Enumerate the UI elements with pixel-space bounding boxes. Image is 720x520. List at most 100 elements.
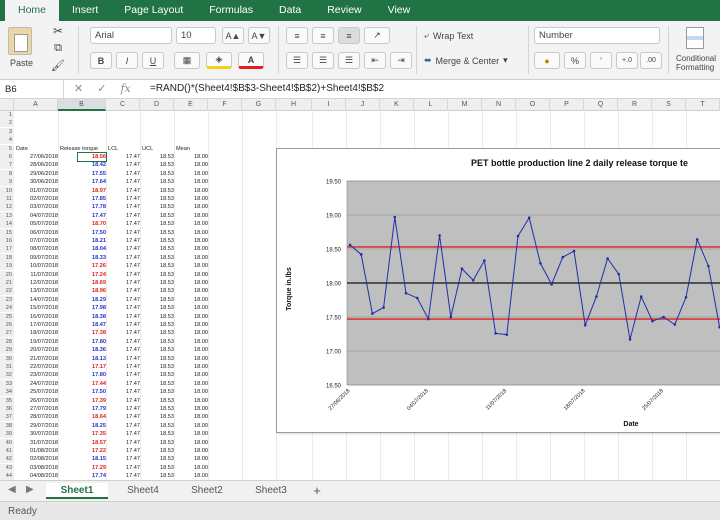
mean-cell[interactable]: 18.00 xyxy=(190,170,208,178)
tab-home[interactable]: Home xyxy=(5,0,60,21)
mean-cell[interactable]: 18.00 xyxy=(190,422,208,430)
next-sheet-icon[interactable]: ▶ xyxy=(26,484,34,495)
ucl-cell[interactable]: 18.53 xyxy=(156,237,174,245)
ucl-cell[interactable]: 18.53 xyxy=(156,195,174,203)
tab-review[interactable]: Review xyxy=(314,0,374,21)
date-cell[interactable]: 01/07/2018 xyxy=(30,187,58,195)
row-header[interactable]: 22 xyxy=(0,287,14,296)
ucl-cell[interactable]: 18.53 xyxy=(156,329,174,337)
torque-cell[interactable]: 18.36 xyxy=(78,346,106,354)
decrease-decimal-icon[interactable]: .00 xyxy=(640,52,662,69)
torque-cell[interactable]: 17.50 xyxy=(78,388,106,396)
torque-cell[interactable]: 18.42 xyxy=(78,161,106,169)
lcl-cell[interactable]: 17.47 xyxy=(122,363,140,371)
row-header[interactable]: 6 xyxy=(0,153,14,161)
date-cell[interactable]: 04/08/2018 xyxy=(30,472,58,480)
lcl-cell[interactable]: 17.47 xyxy=(122,472,140,480)
mean-cell[interactable]: 18.00 xyxy=(190,254,208,262)
ucl-cell[interactable]: 18.53 xyxy=(156,388,174,396)
number-format-select[interactable]: Number xyxy=(534,27,660,44)
ucl-cell[interactable]: 18.53 xyxy=(156,170,174,178)
mean-cell[interactable]: 18.00 xyxy=(190,371,208,379)
date-cell[interactable]: 13/07/2018 xyxy=(30,287,58,295)
column-header-d[interactable]: D xyxy=(140,99,174,111)
row-header[interactable]: 38 xyxy=(0,421,14,430)
lcl-cell[interactable]: 17.47 xyxy=(122,254,140,262)
ucl-cell[interactable]: 18.53 xyxy=(156,455,174,463)
lcl-cell[interactable]: 17.47 xyxy=(122,321,140,329)
lcl-cell[interactable]: 17.47 xyxy=(122,304,140,312)
ucl-cell[interactable]: 18.53 xyxy=(156,405,174,413)
column-header-c[interactable]: C xyxy=(106,99,140,111)
mean-cell[interactable]: 18.00 xyxy=(190,229,208,237)
lcl-cell[interactable]: 17.47 xyxy=(122,203,140,211)
font-color-icon[interactable]: A xyxy=(238,52,264,69)
ucl-cell[interactable]: 18.53 xyxy=(156,187,174,195)
torque-cell[interactable]: 17.47 xyxy=(78,212,106,220)
date-cell[interactable]: 28/06/2018 xyxy=(30,161,58,169)
mean-cell[interactable]: 18.00 xyxy=(190,321,208,329)
row-header[interactable]: 12 xyxy=(0,203,14,212)
sheet-tab-sheet2[interactable]: Sheet2 xyxy=(176,483,238,499)
row-header[interactable]: 7 xyxy=(0,161,14,170)
row-header[interactable]: 42 xyxy=(0,455,14,464)
lcl-cell[interactable]: 17.47 xyxy=(122,430,140,438)
mean-cell[interactable]: 18.00 xyxy=(190,397,208,405)
date-cell[interactable]: 15/07/2018 xyxy=(30,304,58,312)
torque-cell[interactable]: 17.55 xyxy=(78,170,106,178)
row-header[interactable]: 21 xyxy=(0,279,14,287)
column-header-r[interactable]: R xyxy=(618,99,652,111)
date-cell[interactable]: 04/07/2018 xyxy=(30,212,58,220)
ucl-cell[interactable]: 18.53 xyxy=(156,472,174,480)
row-header[interactable]: 3 xyxy=(0,127,14,136)
mean-cell[interactable]: 18.00 xyxy=(190,262,208,270)
column-header-f[interactable]: F xyxy=(208,99,242,111)
wrap-text-button[interactable]: ⤶ Wrap Text xyxy=(424,27,504,44)
mean-cell[interactable]: 18.00 xyxy=(190,296,208,304)
date-cell[interactable]: 14/07/2018 xyxy=(30,296,58,304)
column-header-l[interactable]: L xyxy=(414,99,448,111)
mean-cell[interactable]: 18.00 xyxy=(190,245,208,253)
torque-cell[interactable]: 17.39 xyxy=(78,397,106,405)
ucl-cell[interactable]: 18.53 xyxy=(156,245,174,253)
torque-cell[interactable]: 18.47 xyxy=(78,321,106,329)
ucl-cell[interactable]: 18.53 xyxy=(156,161,174,169)
conditional-formatting-button[interactable]: Conditional Formatting xyxy=(672,21,720,79)
date-cell[interactable]: 09/07/2018 xyxy=(30,254,58,262)
font-size-select[interactable]: 10 xyxy=(176,27,216,44)
row-header[interactable]: 27 xyxy=(0,329,14,338)
ucl-cell[interactable]: 18.53 xyxy=(156,422,174,430)
column-header-i[interactable]: I xyxy=(312,99,346,111)
lcl-cell[interactable]: 17.47 xyxy=(122,229,140,237)
row-header[interactable]: 37 xyxy=(0,413,14,422)
ucl-cell[interactable]: 18.53 xyxy=(156,279,174,287)
row-header[interactable]: 16 xyxy=(0,237,14,245)
torque-cell[interactable]: 17.44 xyxy=(78,380,106,388)
check-icon[interactable]: ✓ xyxy=(97,82,106,95)
lcl-cell[interactable]: 17.47 xyxy=(122,170,140,178)
row-header[interactable]: 14 xyxy=(0,220,14,229)
mean-cell[interactable]: 18.00 xyxy=(190,338,208,346)
mean-cell[interactable]: 18.00 xyxy=(190,439,208,447)
decrease-font-button[interactable]: A▼ xyxy=(248,27,270,44)
torque-cell[interactable]: 18.25 xyxy=(78,422,106,430)
column-header-n[interactable]: N xyxy=(482,99,516,111)
lcl-cell[interactable]: 17.47 xyxy=(122,271,140,279)
date-cell[interactable]: 12/07/2018 xyxy=(30,279,58,287)
date-cell[interactable]: 11/07/2018 xyxy=(30,271,58,279)
lcl-cell[interactable]: 17.47 xyxy=(122,439,140,447)
lcl-cell[interactable]: 17.47 xyxy=(122,338,140,346)
lcl-cell[interactable]: 17.47 xyxy=(122,296,140,304)
ucl-cell[interactable]: 18.53 xyxy=(156,271,174,279)
date-cell[interactable]: 21/07/2018 xyxy=(30,355,58,363)
mean-cell[interactable]: 18.00 xyxy=(190,380,208,388)
date-cell[interactable]: 03/08/2018 xyxy=(30,464,58,472)
ucl-cell[interactable]: 18.53 xyxy=(156,464,174,472)
torque-cell[interactable]: 17.79 xyxy=(78,405,106,413)
lcl-cell[interactable]: 17.47 xyxy=(122,405,140,413)
row-header[interactable]: 31 xyxy=(0,363,14,371)
align-left-icon[interactable]: ☰ xyxy=(286,52,308,69)
header-cell[interactable]: Mean xyxy=(176,145,190,153)
merge-center-button[interactable]: ⬌ Merge & Center ▾ xyxy=(424,52,524,69)
row-header[interactable]: 2 xyxy=(0,119,14,128)
